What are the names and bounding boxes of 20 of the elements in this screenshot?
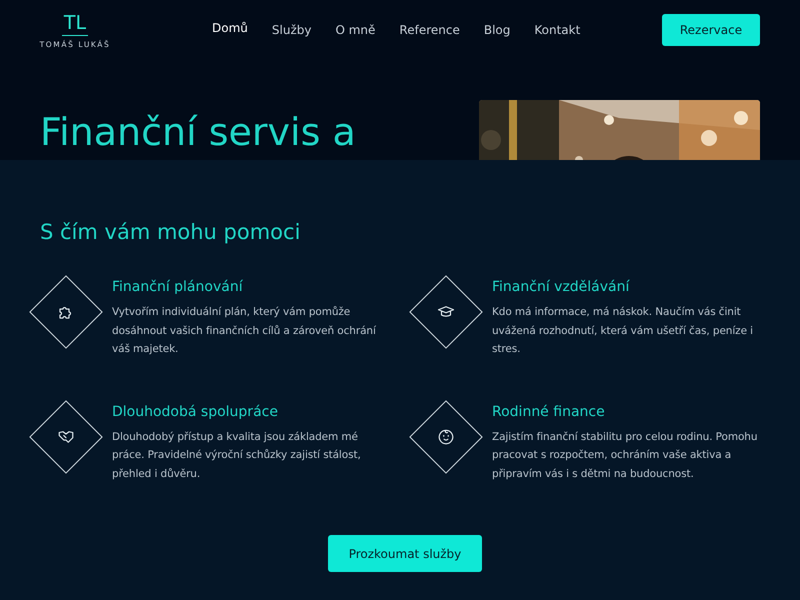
hero-title: Finanční servis a (40, 110, 356, 156)
baby-face-icon (437, 428, 455, 446)
service-description: Kdo má informace, má náskok. Naučím vás činit uvážená rozhodnutí, která vám ušetří čas, peníze i stres. (492, 305, 754, 357)
service-title: Finanční plánování (112, 279, 244, 295)
nav-link[interactable]: O mně (335, 21, 376, 39)
service-title: Finanční vzdělávání (492, 279, 630, 295)
service-description: Dlouhodobý přístup a kvalita jsou základem mé práce. Pravidelné výroční schůzky zajistí stálost, přehled i důvěru. (112, 430, 362, 482)
logo-initials[interactable]: TL (62, 12, 88, 36)
service-title: Rodinné finance (492, 404, 606, 420)
section-heading: S čím vám mohu pomoci (40, 220, 302, 244)
service-title: Dlouhodobá spolupráce (112, 404, 279, 420)
service-description: Vytvořím individuální plán, který vám pomůže dosáhnout vašich finančních cílů a zároveň ochrání váš majetek. (112, 305, 377, 357)
nav-link[interactable]: Kontakt (534, 21, 580, 39)
reservation-button[interactable]: Rezervace (662, 14, 760, 46)
nav-link[interactable]: Služby (272, 21, 312, 39)
nav-link[interactable]: Domů (212, 21, 248, 39)
nav-link[interactable]: Reference (399, 21, 460, 39)
service-description: Zajistím finanční stabilitu pro celou rodinu. Pomohu pracovat s rozpočtem, ochráním vaše aktiva a připravím vás i s dětmi na budoucnost. (492, 430, 758, 482)
explore-services-button[interactable]: Prozkoumat služby (328, 535, 482, 572)
nav-link[interactable]: Blog (484, 21, 510, 39)
